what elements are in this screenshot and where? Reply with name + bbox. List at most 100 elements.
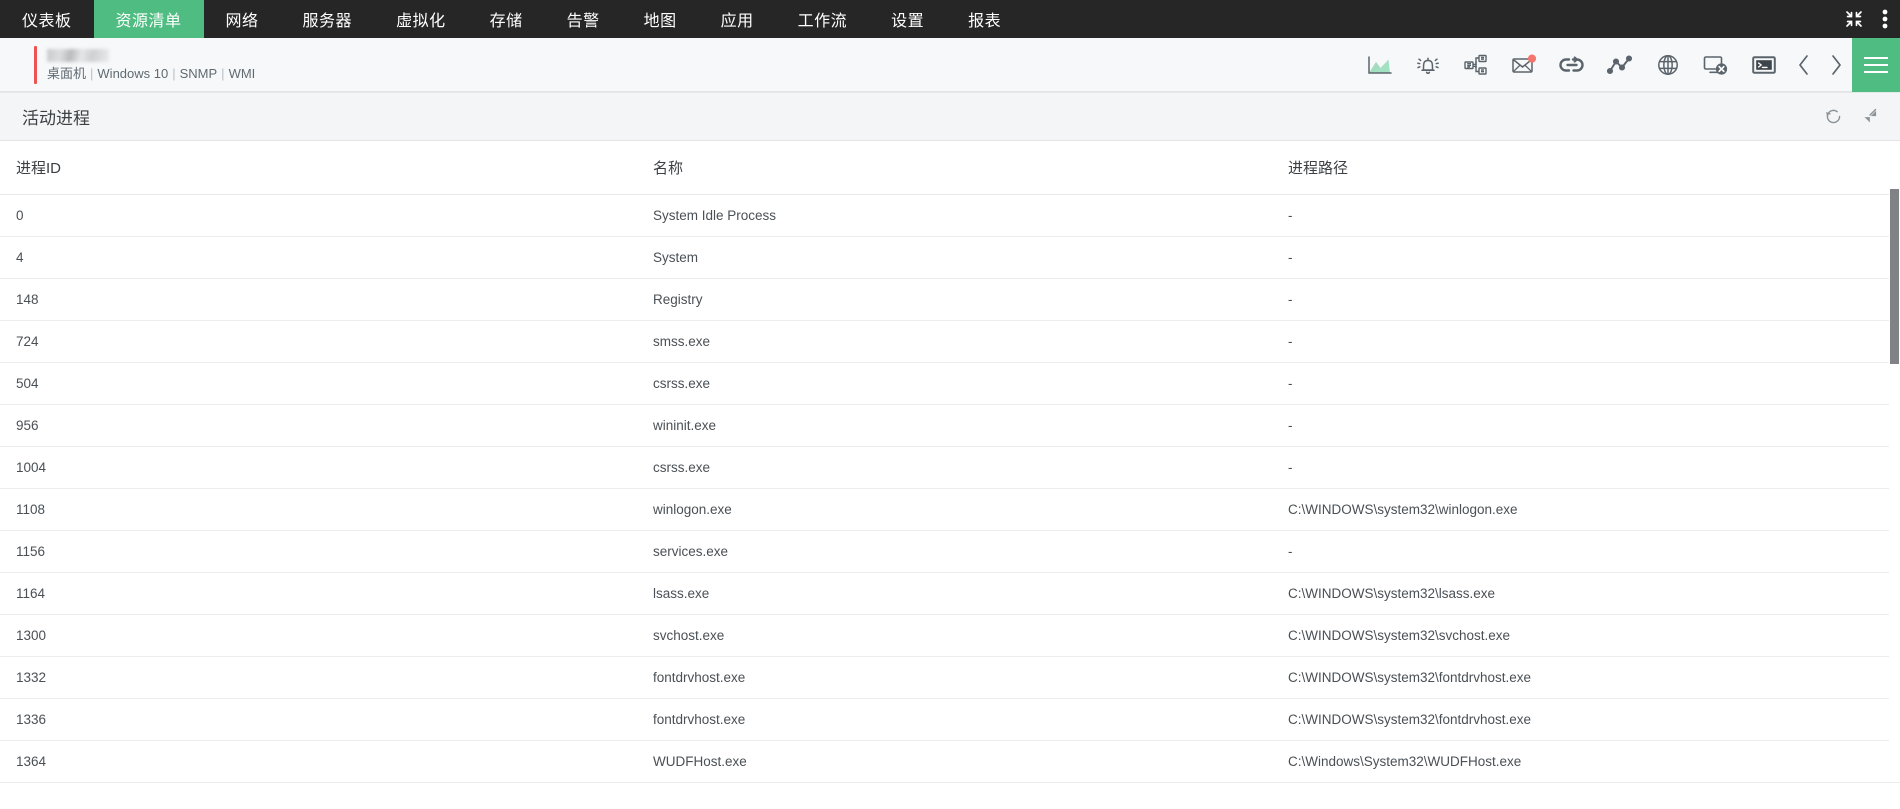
cell-path: C:\WINDOWS\system32\fontdrvhost.exe	[1280, 698, 1900, 741]
table-row[interactable]: 1164 lsass.exe C:\WINDOWS\system32\lsass.e…	[0, 572, 1900, 615]
next-device-button[interactable]	[1820, 38, 1852, 92]
cell-name: Registry	[645, 278, 1280, 321]
vertical-scrollbar-thumb[interactable]	[1890, 189, 1899, 364]
cell-pid: 504	[0, 362, 645, 405]
table-row[interactable]: 1332 fontdrvhost.exe C:\WINDOWS\system32\f…	[0, 656, 1900, 699]
device-name-redacted	[47, 48, 109, 62]
cell-path: -	[1280, 404, 1900, 447]
nav-tab-list: 仪表板 资源清单 网络 服务器 虚拟化 存储 告警 地图 应用 工作流 设置 报表	[0, 0, 1023, 38]
cell-path: -	[1280, 236, 1900, 279]
cell-path: -	[1280, 278, 1900, 321]
device-os: Windows 10	[97, 65, 169, 81]
tab-server[interactable]: 服务器	[281, 0, 375, 38]
refresh-icon[interactable]	[1824, 107, 1843, 126]
table-row[interactable]: 148 Registry -	[0, 278, 1900, 321]
column-header-path[interactable]: 进程路径	[1280, 141, 1900, 195]
tab-inventory[interactable]: 资源清单	[93, 0, 204, 38]
workflow-diagram-icon[interactable]	[1452, 38, 1500, 92]
cell-name: winlogon.exe	[645, 488, 1280, 531]
cell-path: C:\WINDOWS\system32\svchost.exe	[1280, 614, 1900, 657]
cell-pid: 148	[0, 278, 645, 321]
remote-desktop-icon[interactable]	[1692, 38, 1740, 92]
cell-path: -	[1280, 446, 1900, 489]
globe-icon[interactable]	[1644, 38, 1692, 92]
tab-storage[interactable]: 存储	[468, 0, 545, 38]
tab-alarm[interactable]: 告警	[545, 0, 622, 38]
cell-path: -	[1280, 530, 1900, 573]
cell-pid: 1164	[0, 572, 645, 615]
table-row[interactable]: 1364 WUDFHost.exe C:\Windows\System32\WUDF…	[0, 740, 1900, 783]
divider: |	[90, 65, 94, 81]
table-row[interactable]: 0 System Idle Process -	[0, 194, 1900, 237]
top-nav-right-actions	[1844, 0, 1900, 38]
hamburger-line	[1864, 56, 1888, 59]
collapse-screen-icon[interactable]	[1844, 9, 1864, 29]
cell-name: System Idle Process	[645, 194, 1280, 237]
tab-virtualization[interactable]: 虚拟化	[374, 0, 468, 38]
cell-pid: 0	[0, 194, 645, 237]
table-header-row: 进程ID 名称 进程路径	[0, 141, 1900, 195]
area-chart-icon[interactable]	[1356, 38, 1404, 92]
process-table-container: 进程ID 名称 进程路径 0 System Idle Process -4 Syste…	[0, 141, 1900, 783]
column-header-name[interactable]: 名称	[645, 141, 1280, 195]
panel-action-group	[1824, 107, 1878, 126]
panel-header: 活动进程	[0, 93, 1900, 141]
cell-pid: 1332	[0, 656, 645, 699]
hamburger-line	[1864, 70, 1888, 73]
table-row[interactable]: 1300 svchost.exe C:\WINDOWS\system32\svcho…	[0, 614, 1900, 657]
tab-report[interactable]: 报表	[946, 0, 1023, 38]
device-header-bar: 桌面机 | Windows 10 | SNMP | WMI	[0, 37, 1900, 92]
table-row[interactable]: 724 smss.exe -	[0, 320, 1900, 363]
cell-name: WUDFHost.exe	[645, 740, 1280, 783]
tab-map[interactable]: 地图	[622, 0, 699, 38]
cell-name: wininit.exe	[645, 404, 1280, 447]
table-row[interactable]: 1004 csrss.exe -	[0, 446, 1900, 489]
cell-name: System	[645, 236, 1280, 279]
vertical-scrollbar-track[interactable]	[1889, 141, 1900, 771]
terminal-console-icon[interactable]	[1740, 38, 1788, 92]
bell-alarm-icon[interactable]	[1404, 38, 1452, 92]
active-processes-panel: 活动进程 进程ID 名称 进程路径 0 System Idle Process …	[0, 92, 1900, 783]
column-header-pid[interactable]: 进程ID	[0, 141, 645, 195]
table-row[interactable]: 504 csrss.exe -	[0, 362, 1900, 405]
cell-name: services.exe	[645, 530, 1280, 573]
process-table-head: 进程ID 名称 进程路径	[0, 141, 1900, 195]
mail-notification-icon[interactable]	[1500, 38, 1548, 92]
link-loop-icon[interactable]	[1548, 38, 1596, 92]
cell-pid: 4	[0, 236, 645, 279]
device-type: 桌面机	[47, 65, 87, 81]
expand-icon[interactable]	[1859, 107, 1878, 126]
tab-application[interactable]: 应用	[699, 0, 776, 38]
page-title: 活动进程	[22, 109, 90, 128]
previous-device-button[interactable]	[1788, 38, 1820, 92]
cell-path: C:\WINDOWS\system32\lsass.exe	[1280, 572, 1900, 615]
cell-pid: 1300	[0, 614, 645, 657]
table-row[interactable]: 1156 services.exe -	[0, 530, 1900, 573]
line-chart-icon[interactable]	[1596, 38, 1644, 92]
tab-settings[interactable]: 设置	[869, 0, 946, 38]
tab-network[interactable]: 网络	[204, 0, 281, 38]
top-navigation-bar: 仪表板 资源清单 网络 服务器 虚拟化 存储 告警 地图 应用 工作流 设置 报表	[0, 0, 1900, 38]
cell-pid: 1364	[0, 740, 645, 783]
tab-dashboard[interactable]: 仪表板	[0, 0, 94, 38]
cell-path: C:\WINDOWS\system32\winlogon.exe	[1280, 488, 1900, 531]
cell-name: svchost.exe	[645, 614, 1280, 657]
table-row[interactable]: 1336 fontdrvhost.exe C:\WINDOWS\system32\f…	[0, 698, 1900, 741]
tab-workflow[interactable]: 工作流	[776, 0, 870, 38]
device-protocol-wmi: WMI	[228, 65, 256, 81]
side-menu-toggle-button[interactable]	[1852, 37, 1900, 92]
cell-name: fontdrvhost.exe	[645, 698, 1280, 741]
table-row[interactable]: 1108 winlogon.exe C:\WINDOWS\system32\winl…	[0, 488, 1900, 531]
table-row[interactable]: 956 wininit.exe -	[0, 404, 1900, 447]
cell-name: csrss.exe	[645, 362, 1280, 405]
divider: |	[221, 65, 225, 81]
device-text-block: 桌面机 | Windows 10 | SNMP | WMI	[37, 46, 255, 84]
table-row[interactable]: 4 System -	[0, 236, 1900, 279]
more-vertical-icon[interactable]	[1882, 8, 1888, 30]
device-identity: 桌面机 | Windows 10 | SNMP | WMI	[34, 45, 255, 84]
device-toolbar	[1356, 37, 1900, 92]
cell-path: -	[1280, 194, 1900, 237]
cell-path: -	[1280, 362, 1900, 405]
cell-pid: 724	[0, 320, 645, 363]
hamburger-line	[1864, 63, 1888, 66]
